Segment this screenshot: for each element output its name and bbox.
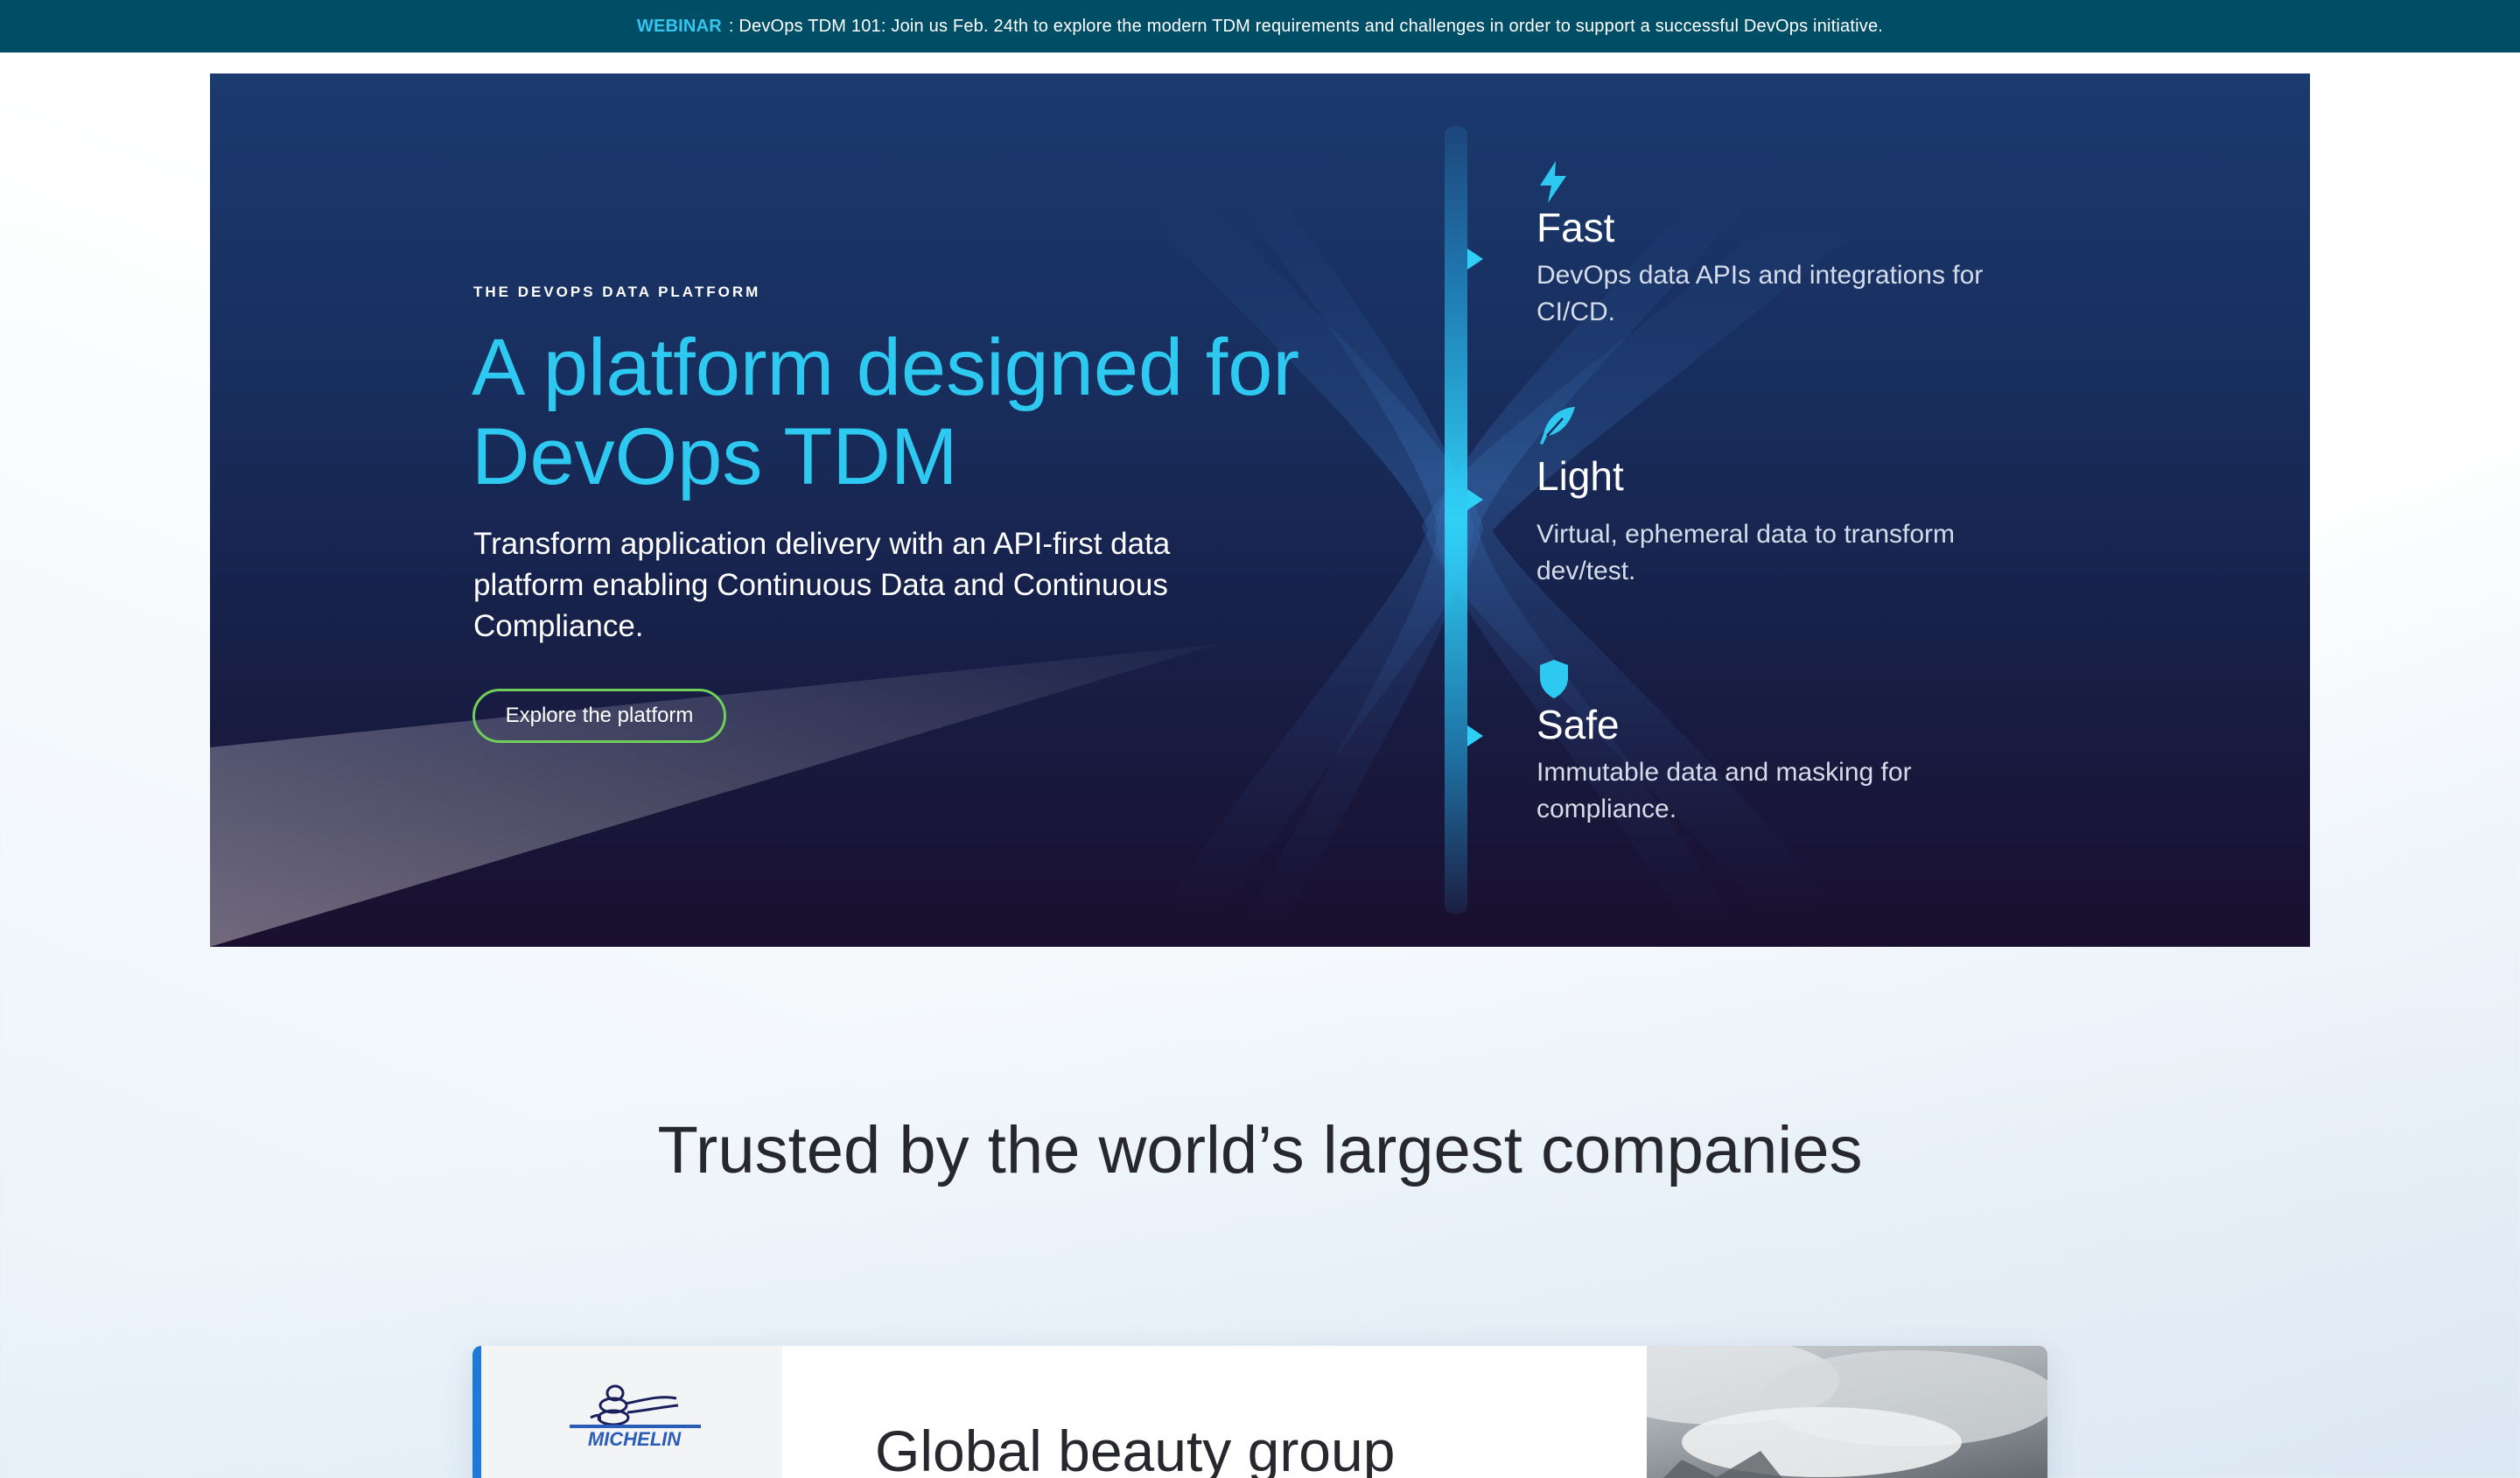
customer-logo-panel: MICHELIN	[481, 1346, 782, 1478]
announcement-text[interactable]: : DevOps TDM 101: Join us Feb. 24th to e…	[729, 17, 1883, 37]
hero-subtitle: Transform application delivery with an A…	[473, 527, 1171, 643]
feature-fast: Fast DevOps data APIs and integrations f…	[1536, 161, 1992, 331]
case-study-card[interactable]: MICHELIN Global beauty group	[472, 1346, 2048, 1478]
hero-title: A platform designed for DevOps TDM	[472, 323, 1300, 501]
case-study-title[interactable]: Global beauty group	[875, 1416, 1395, 1478]
michelin-logo: MICHELIN	[570, 1384, 701, 1450]
feature-desc: DevOps data APIs and integrations for CI…	[1536, 261, 1984, 326]
hero-section: THE DEVOPS DATA PLATFORM A platform desi…	[210, 74, 2310, 947]
feather-icon	[1540, 407, 1575, 445]
announcement-bar[interactable]: WEBINAR : DevOps TDM 101: Join us Feb. 2…	[0, 0, 2520, 53]
feature-desc: Immutable data and masking for complianc…	[1536, 758, 1912, 823]
feature-light: Light Virtual, ephemeral data to transfo…	[1536, 404, 1992, 590]
hero-eyebrow: THE DEVOPS DATA PLATFORM	[473, 284, 761, 300]
mountain-clouds-image	[1647, 1346, 2048, 1478]
case-study-photo	[1647, 1346, 2048, 1478]
feature-name: Safe	[1536, 702, 1620, 747]
feature-safe: Safe Immutable data and masking for comp…	[1536, 658, 1992, 828]
feature-desc: Virtual, ephemeral data to transform dev…	[1536, 520, 1956, 585]
trusted-heading: Trusted by the world’s largest companies	[657, 1113, 1863, 1187]
explore-platform-button[interactable]: Explore the platform	[472, 689, 726, 743]
hero-decoration	[210, 164, 1849, 947]
feature-name: Fast	[1536, 205, 1615, 250]
logo-wordmark: MICHELIN	[588, 1428, 682, 1450]
feature-name: Light	[1536, 453, 1624, 499]
card-accent-bar	[472, 1346, 481, 1478]
lightning-icon	[1540, 161, 1566, 203]
announcement-tag[interactable]: WEBINAR	[637, 17, 722, 37]
timeline-bar	[1445, 126, 1467, 914]
shield-icon	[1540, 660, 1568, 698]
